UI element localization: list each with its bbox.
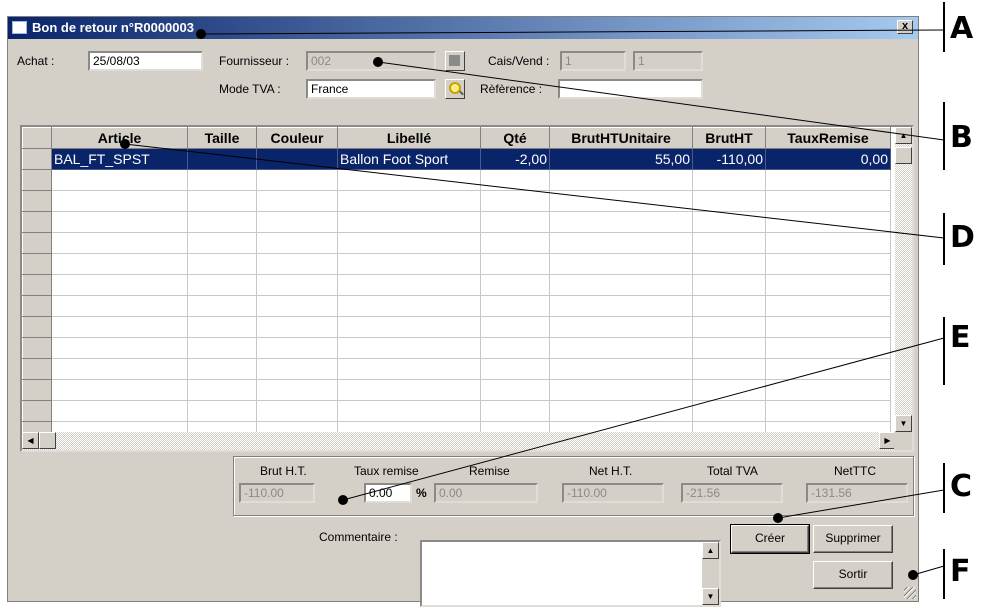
callout-leader-lines (120, 2, 945, 599)
callout-c: C (950, 469, 973, 504)
callout-f: F (950, 554, 971, 589)
callout-b: B (950, 120, 973, 155)
callout-a: A (950, 11, 974, 46)
callout-e: E (950, 320, 971, 355)
callout-d: D (950, 220, 975, 255)
